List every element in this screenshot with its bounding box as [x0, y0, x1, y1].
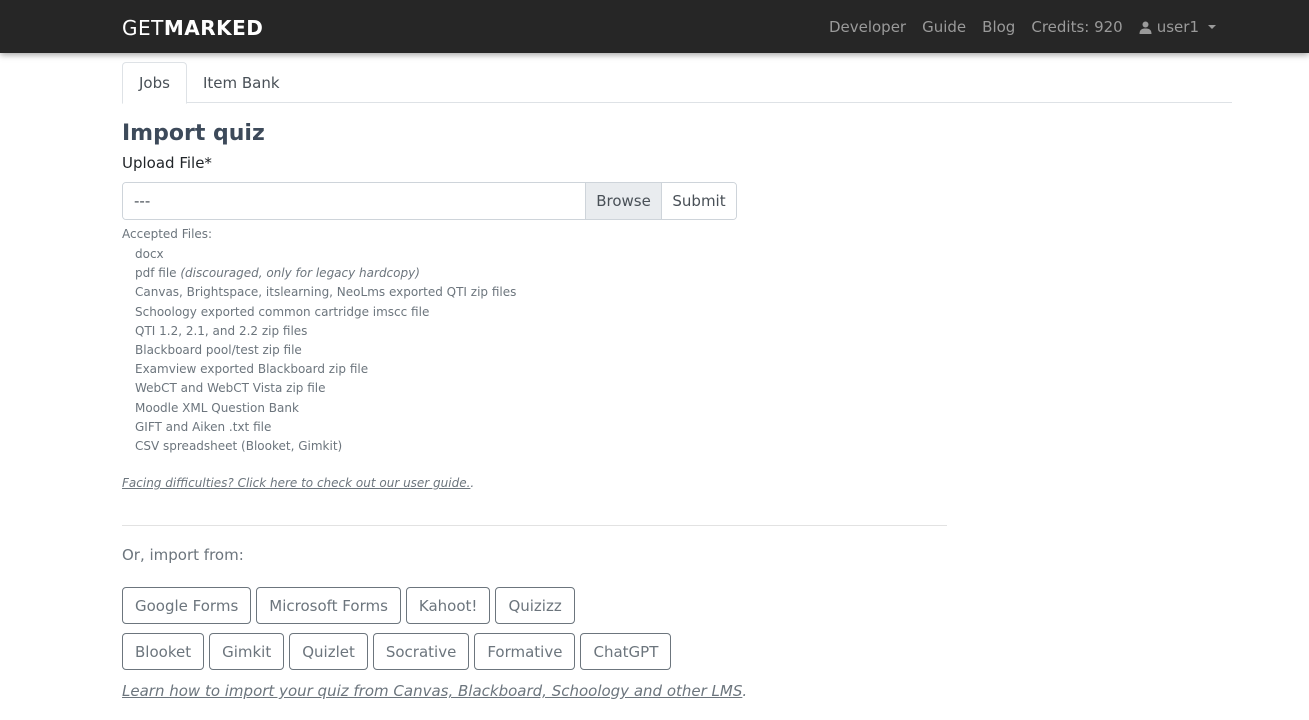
accepted-files: Accepted Files: docx pdf file (discourag…	[122, 226, 516, 456]
username: user1	[1156, 17, 1199, 36]
lms-import-link[interactable]: Learn how to import your quiz from Canva…	[122, 682, 742, 700]
nav-link-guide[interactable]: Guide	[914, 18, 974, 36]
import-socrative-button[interactable]: Socrative	[372, 633, 470, 670]
import-chatgpt-button[interactable]: ChatGPT	[580, 633, 672, 670]
nav-link-blog[interactable]: Blog	[974, 18, 1023, 36]
user-icon	[1139, 20, 1152, 34]
tab-bar: Jobs Item Bank	[122, 62, 1232, 104]
submit-button[interactable]: Submit	[661, 183, 736, 219]
credits-display: Credits: 920	[1031, 17, 1123, 36]
import-sources-row-1: Google Forms Microsoft Forms Kahoot! Qui…	[122, 587, 575, 624]
list-item: CSV spreadsheet (Blooket, Gimkit)	[135, 438, 343, 453]
brand-logo[interactable]: GETMARKED	[122, 16, 263, 40]
browse-button[interactable]: Browse	[585, 183, 661, 219]
brand-light: GET	[122, 16, 164, 40]
accepted-files-list: docx pdf file (discouraged, only for leg…	[122, 245, 516, 456]
or-import-label: Or, import from:	[122, 546, 244, 564]
import-google-forms-button[interactable]: Google Forms	[122, 587, 252, 624]
lms-help-text: Learn how to import your quiz from Canva…	[122, 682, 748, 700]
file-input[interactable]	[123, 183, 585, 219]
import-kahoot-button[interactable]: Kahoot!	[405, 587, 491, 624]
import-blooket-button[interactable]: Blooket	[122, 633, 205, 670]
help-text: Facing difficulties? Click here to check…	[122, 476, 475, 490]
import-quizlet-button[interactable]: Quizlet	[289, 633, 368, 670]
pdf-note: (discouraged, only for legacy hardcopy)	[180, 266, 420, 281]
import-formative-button[interactable]: Formative	[474, 633, 576, 670]
nav-links: Developer Guide Blog Credits: 920 user1	[821, 0, 1224, 53]
tab-item-bank[interactable]: Item Bank	[187, 62, 296, 103]
list-item: Moodle XML Question Bank	[135, 400, 299, 415]
list-item: Blackboard pool/test zip file	[135, 342, 302, 357]
list-item: GIFT and Aiken .txt file	[135, 419, 272, 434]
import-sources-row-2: Blooket Gimkit Quizlet Socrative Formati…	[122, 633, 672, 670]
accepted-files-title: Accepted Files:	[122, 227, 213, 241]
list-item: docx	[135, 247, 164, 261]
upload-file-label: Upload File*	[122, 154, 212, 172]
divider	[122, 525, 947, 526]
user-guide-link[interactable]: Facing difficulties? Click here to check…	[122, 476, 470, 490]
top-navbar: GETMARKED Developer Guide Blog Credits: …	[0, 0, 1309, 53]
caret-down-icon	[1208, 24, 1216, 29]
brand-bold: MARKED	[163, 16, 264, 40]
import-gimkit-button[interactable]: Gimkit	[209, 633, 285, 670]
list-item: QTI 1.2, 2.1, and 2.2 zip files	[135, 323, 308, 338]
user-menu-dropdown[interactable]: user1	[1131, 18, 1224, 36]
page-title: Import quiz	[122, 121, 265, 146]
import-microsoft-forms-button[interactable]: Microsoft Forms	[256, 587, 401, 624]
import-quizizz-button[interactable]: Quizizz	[495, 587, 575, 624]
list-item: WebCT and WebCT Vista zip file	[135, 381, 326, 396]
nav-link-developer[interactable]: Developer	[821, 18, 914, 36]
tab-jobs[interactable]: Jobs	[122, 62, 187, 104]
list-item: Examview exported Blackboard zip file	[135, 362, 369, 377]
list-item: pdf file (discouraged, only for legacy h…	[135, 266, 420, 281]
list-item: Canvas, Brightspace, itslearning, NeoLms…	[135, 285, 517, 300]
list-item: Schoology exported common cartridge imsc…	[135, 304, 430, 319]
upload-file-group: Browse Submit	[122, 182, 737, 220]
